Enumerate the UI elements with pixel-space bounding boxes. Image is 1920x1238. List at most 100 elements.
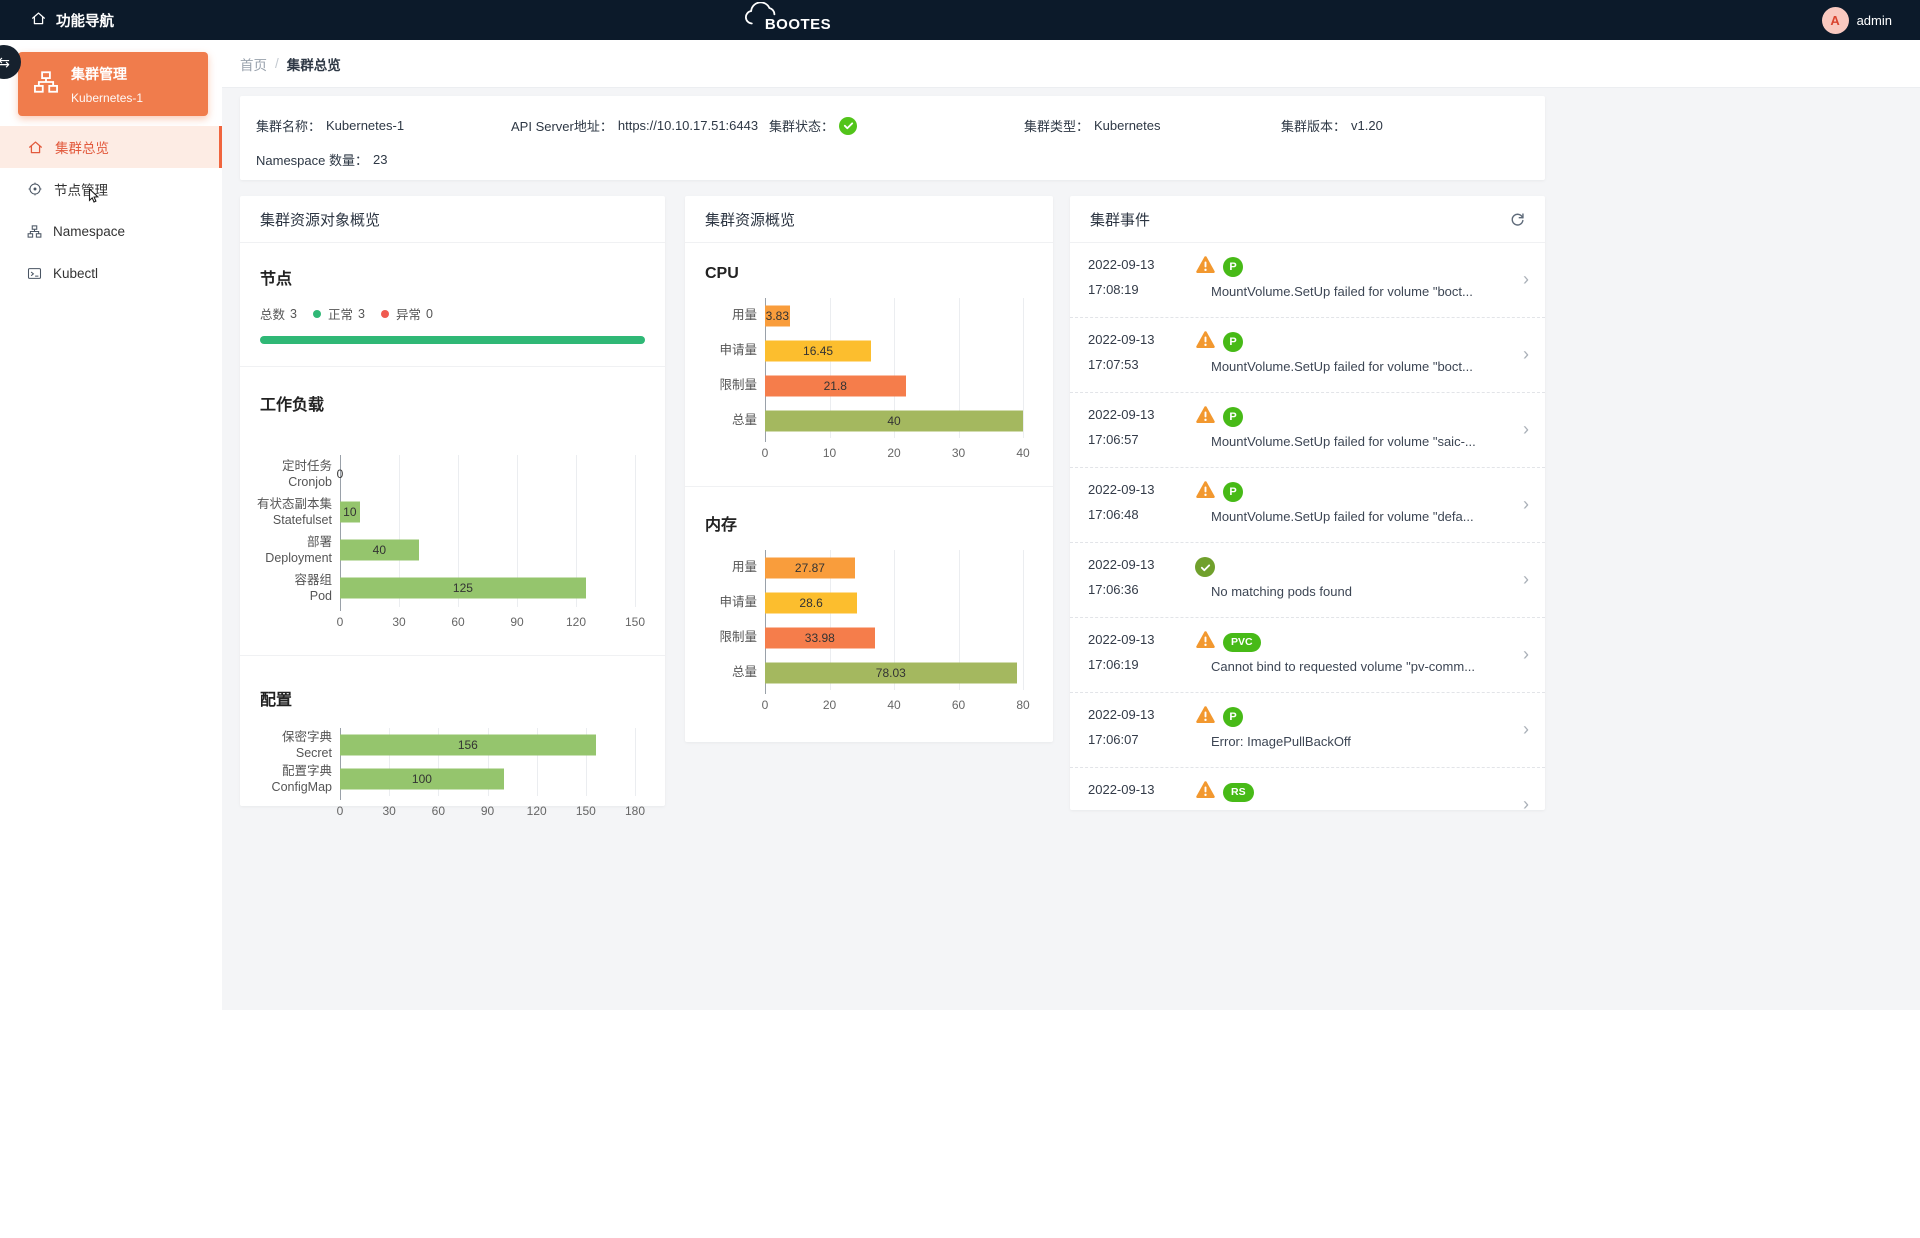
event-row[interactable]: 2022-09-1317:06:48PMountVolume.SetUp fai… xyxy=(1070,468,1545,543)
main-content: 集群名称：Kubernetes-1API Server地址：https://10… xyxy=(222,88,1920,1010)
bar-value-label: 40 xyxy=(887,414,900,428)
cpu-chart: 用量申请量限制量总量3.8316.4521.840010203040 xyxy=(705,298,1033,464)
bar-value-label: 0 xyxy=(337,467,344,481)
chart-row: 33.98 xyxy=(765,620,1023,655)
event-date: 2022-09-13 xyxy=(1088,557,1194,572)
event-date: 2022-09-13 xyxy=(1088,707,1194,722)
refresh-icon[interactable] xyxy=(1510,212,1525,227)
chart-row: 100 xyxy=(340,762,635,796)
info-value: Kubernetes xyxy=(1094,118,1161,133)
x-tick-label: 30 xyxy=(392,615,405,629)
chart-labels: 用量申请量限制量总量 xyxy=(705,550,757,716)
chevron-right-icon[interactable]: › xyxy=(1523,495,1529,513)
chart-category-label: 总量 xyxy=(705,403,757,438)
chart-category-label: 部署Deployment xyxy=(260,531,332,569)
divider xyxy=(240,655,665,656)
node-bad-value: 0 xyxy=(426,307,433,321)
event-date: 2022-09-13 xyxy=(1088,482,1194,497)
sidebar-item-Namespace[interactable]: Namespace xyxy=(0,210,222,252)
event-row[interactable]: 2022-09-1317:06:19PVCCannot bind to requ… xyxy=(1070,618,1545,693)
chart-row: 40 xyxy=(765,403,1023,438)
event-time: 17:06:57 xyxy=(1088,432,1194,447)
chart-row: 78.03 xyxy=(765,655,1023,690)
chevron-right-icon[interactable]: › xyxy=(1523,570,1529,588)
chart-category-label: 限制量 xyxy=(705,368,757,403)
chevron-right-icon[interactable]: › xyxy=(1523,345,1529,363)
bad-dot-icon xyxy=(381,310,389,318)
workload-section-heading: 工作负载 xyxy=(260,391,645,415)
bar-value-label: 125 xyxy=(453,581,473,595)
chevron-right-icon[interactable]: › xyxy=(1523,270,1529,288)
event-body: PMountVolume.SetUp failed for volume "bo… xyxy=(1194,257,1527,317)
x-tick-label: 80 xyxy=(1016,698,1029,712)
chevron-right-icon[interactable]: › xyxy=(1523,420,1529,438)
sidebar-item-label: 集群总览 xyxy=(55,137,109,157)
chart-row: 156 xyxy=(340,728,635,762)
info-field: 集群版本：v1.20 xyxy=(1281,116,1529,135)
x-tick-label: 60 xyxy=(432,804,445,818)
event-date: 2022-09-13 xyxy=(1088,332,1194,347)
sidebar-item-节点管理[interactable]: 节点管理 xyxy=(0,168,222,210)
config-section-heading: 配置 xyxy=(260,686,645,710)
event-message: MountVolume.SetUp failed for volume "boc… xyxy=(1211,284,1496,299)
chart-row: 125 xyxy=(340,569,635,607)
gridline xyxy=(635,455,636,607)
x-tick-label: 20 xyxy=(823,698,836,712)
resource-badge: P xyxy=(1223,407,1243,427)
terminal-icon xyxy=(27,266,42,281)
resource-badge: RS xyxy=(1223,783,1254,802)
event-row[interactable]: 2022-09-1317:07:53PMountVolume.SetUp fai… xyxy=(1070,318,1545,393)
nav-title: 功能导航 xyxy=(56,10,114,31)
breadcrumb: 首页 / 集群总览 xyxy=(222,40,1920,88)
cluster-card-subtitle: Kubernetes-1 xyxy=(71,91,143,105)
event-body: PVCCannot bind to requested volume "pv-c… xyxy=(1194,632,1527,692)
chevron-right-icon[interactable]: › xyxy=(1523,795,1529,810)
event-icons xyxy=(1195,557,1527,577)
function-nav-button[interactable]: 功能导航 xyxy=(30,0,114,40)
gridline xyxy=(635,728,636,796)
event-date: 2022-09-13 xyxy=(1088,782,1194,797)
resource-badge: P xyxy=(1223,707,1243,727)
gridline xyxy=(1023,298,1024,438)
chart-plot: 010401250306090120150 xyxy=(340,455,635,633)
sidebar-item-Kubectl[interactable]: Kubectl xyxy=(0,252,222,294)
info-value: Kubernetes-1 xyxy=(326,118,404,133)
mouse-cursor xyxy=(88,188,101,209)
event-row[interactable]: 2022-09-1317:06:57PMountVolume.SetUp fai… xyxy=(1070,393,1545,468)
event-icons: P xyxy=(1195,407,1527,427)
sidebar-item-label: Kubectl xyxy=(53,266,98,281)
event-row[interactable]: 2022-09-1317:08:19PMountVolume.SetUp fai… xyxy=(1070,243,1545,318)
event-row[interactable]: 2022-09-13 RS › xyxy=(1070,768,1545,810)
x-tick-label: 60 xyxy=(952,698,965,712)
app-root: 功能导航 BOOTES A admin ⇆ 集群管理 Kubernetes-1 … xyxy=(0,0,1920,1238)
cluster-icon xyxy=(33,69,59,100)
panel-cluster-resources: 集群资源概览 CPU 用量申请量限制量总量3.8316.4521.8400102… xyxy=(685,196,1053,742)
cluster-manage-card[interactable]: 集群管理 Kubernetes-1 xyxy=(18,52,208,116)
sitemap-icon xyxy=(27,224,42,239)
warning-icon xyxy=(1195,630,1216,654)
panel-title: 集群事件 xyxy=(1090,209,1150,230)
warning-icon xyxy=(1195,405,1216,429)
breadcrumb-home[interactable]: 首页 xyxy=(240,54,267,74)
chart-labels: 保密字典Secret配置字典ConfigMap xyxy=(260,728,332,822)
chart-row: 16.45 xyxy=(765,333,1023,368)
sidebar: ⇆ 集群管理 Kubernetes-1 集群总览节点管理NamespaceKub… xyxy=(0,40,222,1010)
event-row[interactable]: 2022-09-1317:06:07PError: ImagePullBackO… xyxy=(1070,693,1545,768)
ok-dot-icon xyxy=(313,310,321,318)
sidebar-item-集群总览[interactable]: 集群总览 xyxy=(0,126,222,168)
event-time: 17:06:19 xyxy=(1088,657,1194,672)
info-value: v1.20 xyxy=(1351,118,1383,133)
user-menu[interactable]: A admin xyxy=(1822,0,1892,40)
chevron-right-icon[interactable]: › xyxy=(1523,645,1529,663)
x-tick-label: 0 xyxy=(337,804,344,818)
event-time: 17:06:48 xyxy=(1088,507,1194,522)
breadcrumb-current: 集群总览 xyxy=(287,54,341,74)
event-row[interactable]: 2022-09-1317:06:36No matching pods found… xyxy=(1070,543,1545,618)
x-tick-label: 40 xyxy=(1016,446,1029,460)
home-icon xyxy=(30,10,47,31)
x-tick-label: 0 xyxy=(762,698,769,712)
event-datetime: 2022-09-1317:06:36 xyxy=(1088,557,1194,617)
chart-labels: 用量申请量限制量总量 xyxy=(705,298,757,464)
event-icons: PVC xyxy=(1195,632,1527,652)
chevron-right-icon[interactable]: › xyxy=(1523,720,1529,738)
